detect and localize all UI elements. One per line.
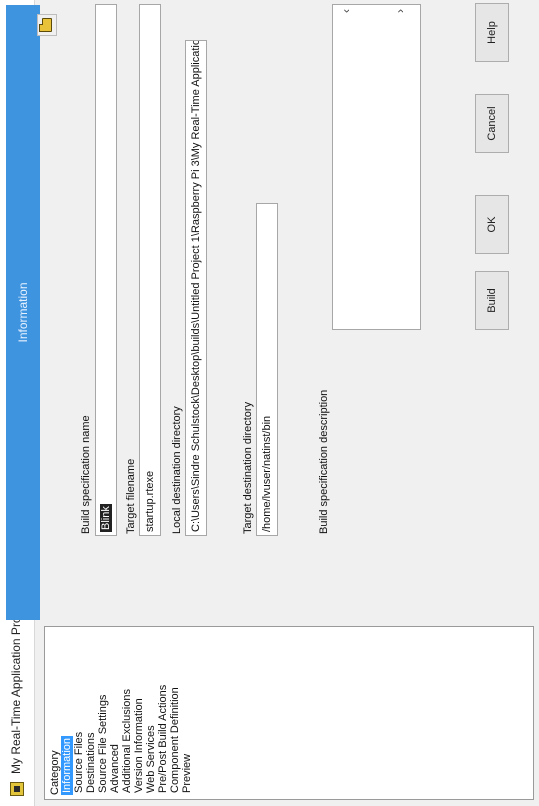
cancel-button[interactable]: Cancel (475, 94, 509, 153)
category-item-additional-exclusions[interactable]: Additional Exclusions (121, 687, 133, 795)
scroll-left-icon[interactable]: ‹ (339, 9, 353, 13)
category-item-destinations[interactable]: Destinations (85, 730, 97, 795)
build-button[interactable]: Build (475, 271, 509, 330)
build-spec-name-value: Blink (100, 504, 112, 532)
help-button[interactable]: Help (475, 3, 509, 62)
category-item-information[interactable]: Information (61, 735, 73, 795)
category-item-pre-post-build-actions[interactable]: Pre/Post Build Actions (157, 683, 169, 795)
app-icon (10, 782, 24, 796)
properties-dialog: My Real-Time Application Properties × Ca… (0, 0, 539, 806)
description-field[interactable]: ‹ › (332, 4, 421, 330)
target-filename-label: Target filename (125, 458, 137, 534)
category-item-version-information[interactable]: Version Information (133, 696, 145, 795)
category-item-preview[interactable]: Preview (181, 752, 193, 795)
scroll-right-icon[interactable]: › (393, 9, 407, 13)
local-destination-label: Local destination directory (171, 406, 183, 534)
category-item-advanced[interactable]: Advanced (109, 742, 121, 795)
build-spec-name-label: Build specification name (80, 415, 92, 534)
local-destination-field[interactable]: C:\Users\Sindre Schulstock\Desktop\build… (185, 40, 207, 536)
target-destination-label: Target destination directory (242, 401, 254, 534)
target-filename-field[interactable]: startup.rtexe (139, 4, 161, 536)
build-spec-name-field[interactable]: Blink (95, 4, 117, 536)
category-item-web-services[interactable]: Web Services (145, 723, 157, 795)
page-header: Information (6, 5, 40, 620)
ok-button[interactable]: OK (475, 195, 509, 254)
category-item-source-file-settings[interactable]: Source File Settings (97, 693, 109, 795)
browse-button[interactable] (37, 14, 57, 36)
category-list: Category Information Source Files Destin… (44, 626, 534, 800)
category-header: Category (49, 750, 61, 795)
folder-icon (42, 18, 52, 32)
target-destination-field[interactable]: /home/lvuser/natinst/bin (256, 203, 278, 536)
description-label: Build specification description (318, 389, 330, 534)
category-item-source-files[interactable]: Source Files (73, 730, 85, 795)
category-item-component-definition[interactable]: Component Definition (169, 685, 181, 795)
